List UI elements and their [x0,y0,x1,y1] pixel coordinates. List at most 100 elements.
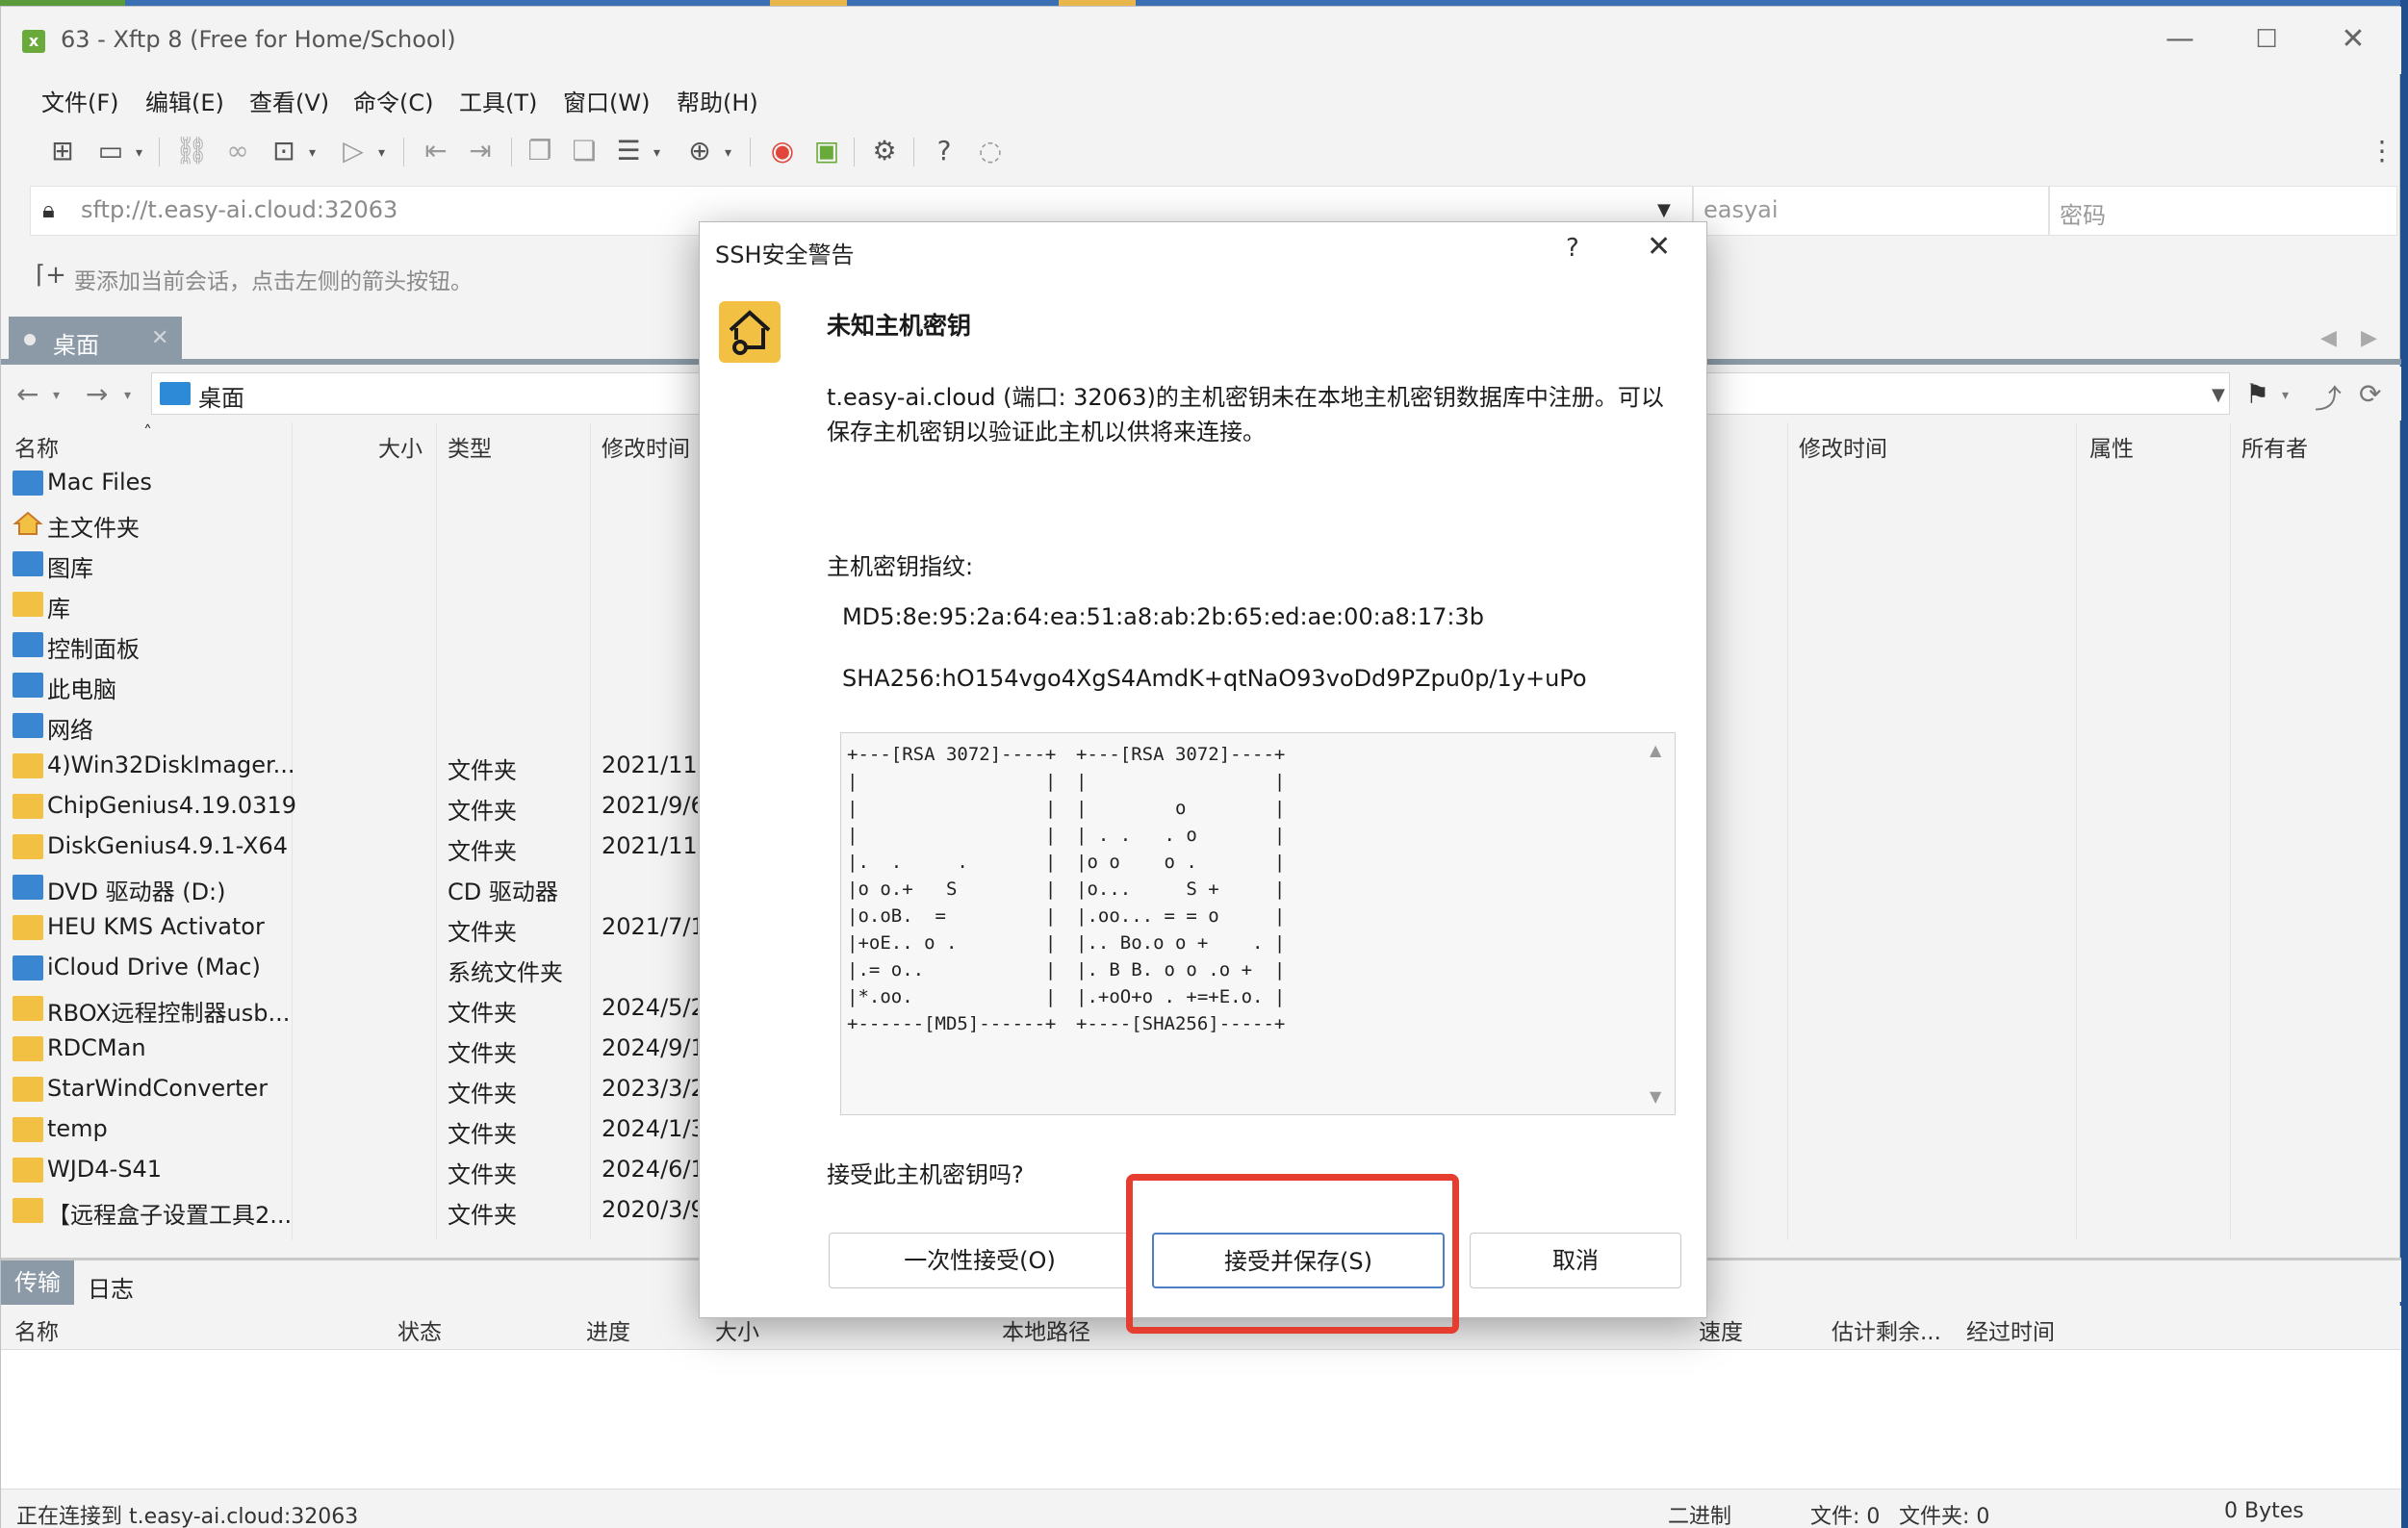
back-icon[interactable]: ← [16,378,38,410]
menu-view[interactable]: 查看(V) [249,84,329,117]
file-row[interactable]: StarWindConverter 文件夹 2023/3/2 [1,1069,771,1108]
menu-command[interactable]: 命令(C) [353,84,433,117]
connect-link-icon[interactable]: ⛓ [172,132,211,170]
file-row[interactable]: WJD4-S41 文件夹 2024/6/1 [1,1150,771,1188]
file-row[interactable]: RDCMan 文件夹 2024/9/1 [1,1029,771,1067]
toolbar: ⊞ ▭ ▾ ⛓ ∞ ⊡ ▾ ▷ ▾ ⇤ ⇥ ❐ ❏ ☰ ▾ ⊕ ▾ ◉ ▣ ⚙ … [1,124,2401,178]
transfer-col-status[interactable]: 状态 [397,1313,442,1346]
menu-edit[interactable]: 编辑(E) [145,84,224,117]
transfer-left-icon[interactable]: ⇤ [417,132,455,170]
globe-icon[interactable]: ⊕ [680,132,719,170]
chevron-down-icon[interactable]: ▾ [653,145,667,161]
menu-file[interactable]: 文件(F) [41,84,119,117]
new-session-icon[interactable]: ⊞ [43,132,82,170]
accept-once-button[interactable]: 一次性接受(O) [829,1233,1131,1288]
randomart-box[interactable]: +---[RSA 3072]----+ | | | | | | |. . . |… [840,732,1676,1115]
column-type[interactable]: 类型 [448,430,492,463]
file-row[interactable]: DVD 驱动器 (D:) CD 驱动器 [1,867,771,905]
help-icon[interactable]: ? [1566,234,1579,263]
address-input[interactable]: sftp://t.easy-ai.cloud:32063 [81,196,397,223]
cancel-button[interactable]: 取消 [1470,1233,1681,1288]
play-icon[interactable]: ▷ [334,132,372,170]
folder-icon [160,382,191,405]
chevron-left-icon[interactable]: ◀ [2320,326,2337,350]
file-type: 文件夹 [448,798,517,825]
open-folder-icon[interactable]: ▭ [91,132,130,170]
more-options-icon[interactable]: ⋮ [2369,132,2395,170]
chevron-down-icon[interactable]: ▼ [1657,200,1671,220]
close-icon[interactable]: ✕ [1647,230,1671,264]
remote-column-attributes[interactable]: 属性 [2089,430,2134,463]
minimize-button[interactable]: — [2151,20,2209,59]
chevron-down-icon[interactable]: ▼ [2212,385,2225,405]
xftp-icon[interactable]: ▣ [807,132,846,170]
file-row[interactable]: ChipGenius4.19.0319 文件夹 2021/9/6 [1,786,771,825]
remote-column-modified[interactable]: 修改时间 [1799,430,1887,463]
bookmark-icon[interactable]: ⚑ [2245,378,2269,410]
forward-icon[interactable]: → [86,378,108,410]
transfer-col-size[interactable]: 大小 [715,1313,759,1346]
file-row[interactable]: Mac Files [1,463,771,501]
file-row[interactable]: 主文件夹 [1,503,771,542]
gear-icon[interactable]: ⚙ [865,132,904,170]
close-icon[interactable]: ✕ [151,326,168,350]
file-row[interactable]: 【远程盒子设置工具2... 文件夹 2020/3/9 [1,1190,771,1229]
chevron-right-icon[interactable]: ▶ [2361,326,2377,350]
chevron-down-icon[interactable]: ▾ [136,145,149,161]
file-type: 文件夹 [448,1040,517,1067]
list-view-icon[interactable]: ☰ [609,132,648,170]
transfer-col-local-path[interactable]: 本地路径 [1002,1313,1090,1346]
parent-folder-icon[interactable]: ⤴ [2315,378,2342,417]
tab-log[interactable]: 日志 [88,1270,134,1304]
disconnect-link-icon[interactable]: ∞ [218,132,257,170]
column-name[interactable]: 名称 [14,430,59,463]
transfer-right-icon[interactable]: ⇥ [461,132,500,170]
tab-transfer[interactable]: 传输 [1,1261,74,1305]
transfer-col-remaining[interactable]: 估计剩余... [1832,1313,1941,1346]
file-row[interactable]: 图库 [1,544,771,582]
menu-tools[interactable]: 工具(T) [459,84,537,117]
chevron-down-icon[interactable]: ▾ [53,388,60,403]
file-row[interactable]: HEU KMS Activator 文件夹 2021/7/1 [1,907,771,946]
column-modified[interactable]: 修改时间 [602,430,690,463]
xshell-icon[interactable]: ◉ [763,132,802,170]
scroll-up-icon[interactable]: ▲ [1650,741,1661,759]
chevron-down-icon[interactable]: ▾ [124,388,131,403]
menu-window[interactable]: 窗口(W) [563,84,650,117]
menu-help[interactable]: 帮助(H) [677,84,758,117]
chevron-down-icon[interactable]: ▾ [309,145,322,161]
file-type: 文件夹 [448,757,517,784]
copy-icon[interactable]: ❐ [521,132,559,170]
file-row[interactable]: 控制面板 [1,624,771,663]
transfer-col-name[interactable]: 名称 [14,1313,59,1346]
transfer-col-progress[interactable]: 进度 [586,1313,630,1346]
file-row[interactable]: 此电脑 [1,665,771,703]
paste-icon[interactable]: ❏ [565,132,603,170]
remote-column-owner[interactable]: 所有者 [2241,430,2308,463]
file-row[interactable]: 库 [1,584,771,623]
tab-desktop[interactable]: 桌面 ✕ [9,317,182,361]
file-row[interactable]: iCloud Drive (Mac) 系统文件夹 [1,948,771,986]
new-tab-icon[interactable]: ⊡ [265,132,303,170]
help-icon[interactable]: ? [925,132,963,170]
column-size[interactable]: 大小 [378,430,423,463]
chat-icon[interactable]: ◌ [971,132,1010,170]
refresh-icon[interactable]: ⟳ [2359,378,2381,410]
password-field[interactable]: 密码 [2049,186,2397,236]
transfer-col-speed[interactable]: 速度 [1699,1313,1743,1346]
file-row[interactable]: DiskGenius4.9.1-X64 文件夹 2021/11/ [1,827,771,865]
file-row[interactable]: temp 文件夹 2024/1/3 [1,1109,771,1148]
scroll-down-icon[interactable]: ▼ [1650,1087,1661,1106]
username-field[interactable]: easyai [1693,186,2049,236]
transfer-col-elapsed[interactable]: 经过时间 [1966,1313,2055,1346]
file-date: 2020/3/9 [602,1196,698,1223]
file-row[interactable]: 网络 [1,705,771,744]
chevron-down-icon[interactable]: ▾ [725,145,738,161]
file-row[interactable]: 4)Win32DiskImager... 文件夹 2021/11/ [1,746,771,784]
file-row[interactable]: RBOX远程控制器usb... 文件夹 2024/5/2 [1,988,771,1027]
chevron-down-icon[interactable]: ▾ [2282,388,2289,403]
add-session-icon[interactable]: ⌈+ [36,261,66,290]
maximize-button[interactable]: ☐ [2238,20,2295,59]
chevron-down-icon[interactable]: ▾ [378,145,392,161]
close-button[interactable]: ✕ [2324,20,2382,59]
